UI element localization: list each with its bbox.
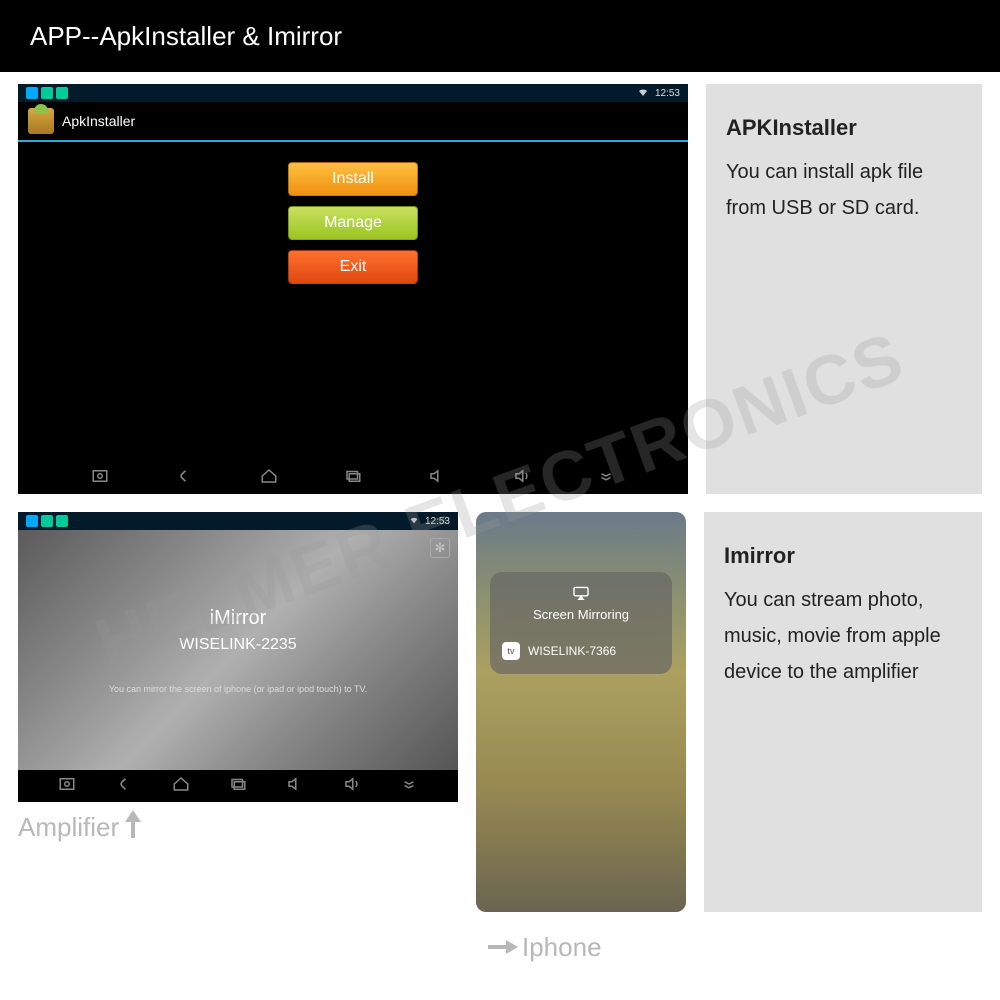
- android-nav-bar: [18, 462, 688, 494]
- status-icon: [56, 515, 68, 527]
- home-icon[interactable]: [258, 467, 280, 490]
- manage-button[interactable]: Manage: [288, 206, 418, 240]
- screen-mirroring-card: Screen Mirroring tv WISELINK-7366: [490, 572, 672, 674]
- section-imirror: 12:53 ✻ iMirror WISELINK-2235 You can mi…: [0, 506, 1000, 924]
- imirror-body: ✻ iMirror WISELINK-2235 You can mirror t…: [18, 530, 458, 770]
- back-icon[interactable]: [173, 467, 195, 490]
- back-icon[interactable]: [113, 775, 135, 798]
- screenshot-icon[interactable]: [89, 467, 111, 490]
- android-nav-bar: [18, 770, 458, 802]
- mirroring-device-item[interactable]: tv WISELINK-7366: [500, 638, 662, 664]
- section-apkinstaller: 12:53 ApkInstaller Install Manage Exit A…: [0, 72, 1000, 506]
- page-header: APP--ApkInstaller & Imirror: [0, 0, 1000, 72]
- android-status-bar: 12:53: [18, 84, 688, 102]
- status-icon: [41, 87, 53, 99]
- iphone-screen-mirroring: Screen Mirroring tv WISELINK-7366: [476, 512, 686, 912]
- imirror-note: You can mirror the screen of iphone (or …: [109, 684, 367, 694]
- volume-up-icon[interactable]: [341, 775, 363, 798]
- status-icon: [26, 87, 38, 99]
- page-title: APP--ApkInstaller & Imirror: [30, 21, 342, 52]
- android-status-bar: 12:53: [18, 512, 458, 530]
- settings-icon[interactable]: ✻: [430, 538, 450, 558]
- screenshot-icon[interactable]: [56, 775, 78, 798]
- label-amplifier: Amplifier: [18, 802, 458, 845]
- install-button[interactable]: Install: [288, 162, 418, 196]
- arrow-right-icon: [488, 932, 518, 963]
- volume-up-icon[interactable]: [511, 467, 533, 490]
- screen-mirroring-header: Screen Mirroring: [500, 586, 662, 622]
- info-body: You can install apk file from USB or SD …: [726, 154, 962, 226]
- tv-icon: tv: [502, 642, 520, 660]
- apk-button-area: Install Manage Exit: [18, 142, 688, 462]
- recent-icon[interactable]: [227, 775, 249, 798]
- imirror-device: WISELINK-2235: [179, 636, 296, 654]
- device-name: WISELINK-7366: [528, 644, 616, 658]
- clock-text: 12:53: [425, 516, 450, 527]
- recent-icon[interactable]: [342, 467, 364, 490]
- tablet-screenshot-imirror: 12:53 ✻ iMirror WISELINK-2235 You can mi…: [18, 512, 458, 802]
- app-title: ApkInstaller: [62, 113, 135, 129]
- imirror-title: iMirror: [210, 607, 267, 630]
- apk-box-icon: [28, 108, 54, 134]
- arrow-up-icon: [123, 810, 143, 845]
- exit-button[interactable]: Exit: [288, 250, 418, 284]
- airplay-icon: [500, 586, 662, 603]
- home-icon[interactable]: [170, 775, 192, 798]
- expand-icon[interactable]: [398, 775, 420, 798]
- volume-down-icon[interactable]: [284, 775, 306, 798]
- info-title: Imirror: [724, 536, 962, 576]
- status-icon: [26, 515, 38, 527]
- clock-text: 12:53: [655, 88, 680, 99]
- tablet-screenshot-apk: 12:53 ApkInstaller Install Manage Exit: [18, 84, 688, 494]
- volume-down-icon[interactable]: [426, 467, 448, 490]
- info-body: You can stream photo, music, movie from …: [724, 582, 962, 690]
- wifi-icon: [409, 515, 419, 528]
- app-title-bar: ApkInstaller: [18, 102, 688, 142]
- label-iphone: Iphone: [488, 932, 602, 963]
- expand-icon[interactable]: [595, 467, 617, 490]
- wifi-icon: [637, 86, 649, 101]
- status-icon: [41, 515, 53, 527]
- info-panel-imirror: Imirror You can stream photo, music, mov…: [704, 512, 982, 912]
- status-icon: [56, 87, 68, 99]
- info-title: APKInstaller: [726, 108, 962, 148]
- info-panel-apk: APKInstaller You can install apk file fr…: [706, 84, 982, 494]
